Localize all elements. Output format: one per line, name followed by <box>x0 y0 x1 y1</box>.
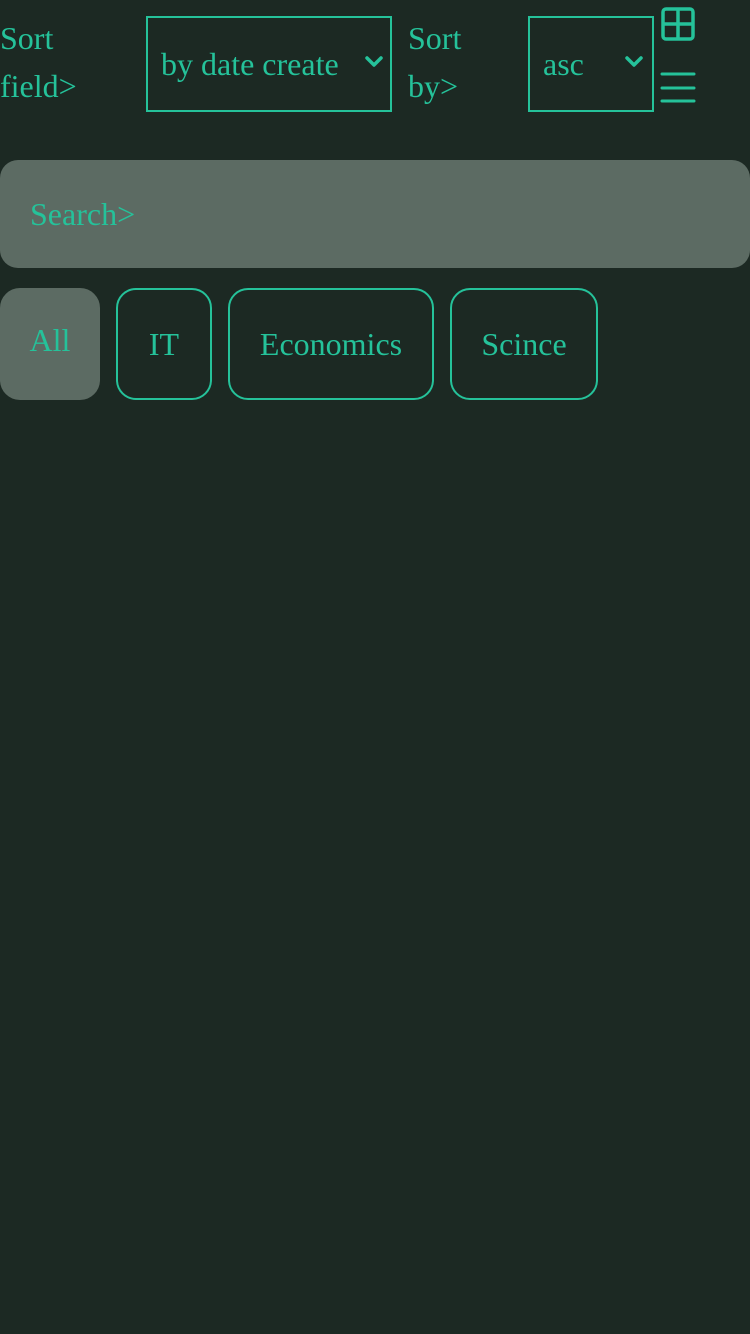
sort-by-label-line2: by> <box>408 68 459 104</box>
search-placeholder: Search> <box>30 195 136 232</box>
sort-field-label-line2: field> <box>0 68 77 104</box>
category-chip-scince[interactable]: Scince <box>450 288 598 400</box>
sort-order-value: asc <box>543 45 584 82</box>
chevron-down-icon <box>365 56 383 67</box>
sort-by-label-line1: Sort <box>408 20 462 56</box>
sort-order-select[interactable]: asc <box>528 16 654 112</box>
sort-field-label-line1: Sort <box>0 20 54 56</box>
sort-field-value: by date create <box>161 45 339 82</box>
category-chip-label: IT <box>148 325 180 362</box>
sort-by-label: Sort by> <box>408 14 518 110</box>
chevron-down-icon <box>625 56 643 67</box>
category-chip-it[interactable]: IT <box>116 288 212 400</box>
sort-field-select[interactable]: by date create <box>146 16 392 112</box>
grid-view-icon[interactable] <box>660 6 696 42</box>
category-chip-label: Scince <box>481 325 567 362</box>
category-chip-label: All <box>29 322 71 358</box>
list-view-icon[interactable] <box>660 70 696 106</box>
sort-field-label: Sort field> <box>0 14 120 110</box>
category-chip-label: Economics <box>259 325 403 362</box>
category-chip-economics[interactable]: Economics <box>228 288 434 400</box>
category-chip-all[interactable]: All <box>0 288 100 400</box>
search-input[interactable]: Search> <box>0 160 750 268</box>
